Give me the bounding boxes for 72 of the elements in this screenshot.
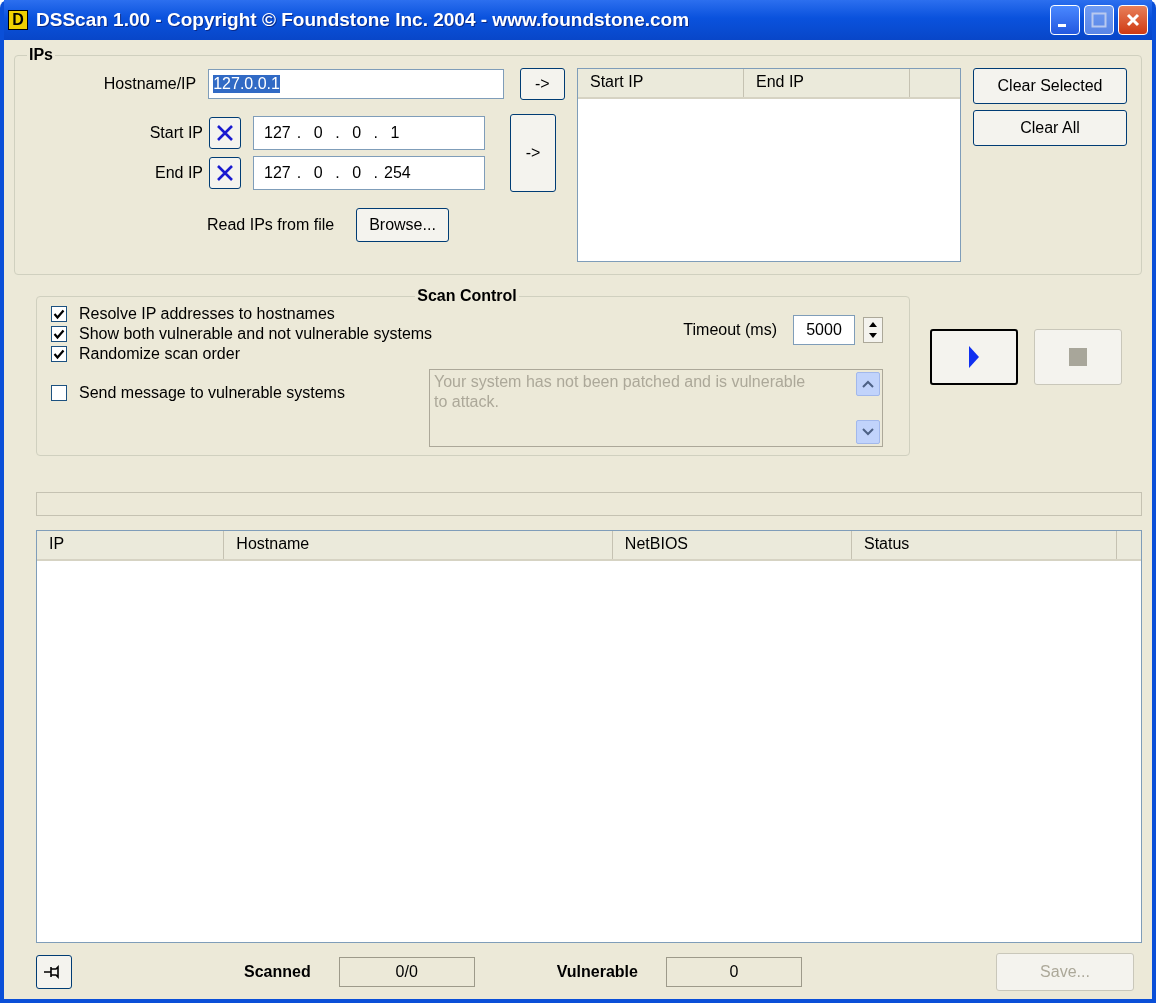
file-label: Read IPs from file xyxy=(207,216,335,234)
timeout-field[interactable]: 5000 xyxy=(793,315,855,345)
column-header[interactable]: NetBIOS xyxy=(612,531,852,559)
browse-button[interactable]: Browse... xyxy=(356,208,449,242)
ip-address-field[interactable]: 127 . 0 . 0 . 1 xyxy=(253,116,485,150)
option-label: Send message to vulnerable systems xyxy=(79,384,345,402)
app-logo-icon: D xyxy=(8,10,28,30)
close-icon xyxy=(1125,12,1141,28)
message-text: Your system has not been patched and is vulnerable to attack. xyxy=(433,372,807,412)
checkbox[interactable] xyxy=(51,346,67,362)
ip-octet: 254 xyxy=(384,164,411,182)
ip-octet: 0 xyxy=(351,164,363,182)
start-ip-label: Start IP xyxy=(148,124,203,142)
ip-address-field[interactable]: 127 . 0 . 0 . 254 xyxy=(253,156,485,190)
hostname-label: Hostname/IP xyxy=(102,75,197,93)
maximize-icon xyxy=(1091,12,1107,28)
ip-octet: 0 xyxy=(351,124,363,142)
field-value: 127.0.0.1 xyxy=(213,75,280,93)
column-header[interactable]: Hostname xyxy=(224,531,613,559)
octet-separator: . xyxy=(335,164,340,182)
ip-octet: 0 xyxy=(312,124,324,142)
stop-icon xyxy=(1069,348,1087,366)
octet-separator: . xyxy=(296,164,302,182)
option-label: Randomize scan order xyxy=(79,345,240,363)
option-label: Show both vulnerable and not vulnerable systems xyxy=(79,325,433,343)
cross-icon xyxy=(215,123,235,143)
clear-selected-button[interactable]: Clear Selected xyxy=(973,68,1127,104)
vulnerable-label: Vulnerable xyxy=(556,963,638,981)
timeout-label: Timeout (ms) xyxy=(683,321,777,339)
ip-octet: 127 xyxy=(264,124,291,142)
down-chevron-icon xyxy=(862,428,874,436)
vulnerable-count: 0 xyxy=(665,957,802,987)
results-list[interactable]: IP Hostname NetBIOS Status xyxy=(36,530,1142,943)
pin-button[interactable] xyxy=(36,955,72,989)
octet-separator: . xyxy=(373,124,379,142)
octet-separator: . xyxy=(296,124,302,142)
checkbox[interactable] xyxy=(51,326,67,342)
cross-icon xyxy=(215,163,235,183)
add-range-button[interactable]: -> xyxy=(510,114,556,192)
column-header[interactable]: Start IP xyxy=(578,69,744,97)
column-header[interactable]: Status xyxy=(852,531,1117,559)
end-ip-label: End IP xyxy=(153,164,203,182)
play-icon xyxy=(968,345,980,369)
range-list[interactable]: Start IP End IP xyxy=(577,68,961,262)
add-host-button[interactable]: -> xyxy=(519,68,565,100)
ip-octet: 127 xyxy=(264,164,291,182)
group-title: Scan Control xyxy=(416,287,518,305)
option-label: Resolve IP addresses to hostnames xyxy=(79,305,335,323)
ip-octet: 1 xyxy=(389,124,401,142)
up-chevron-icon xyxy=(862,380,874,388)
scanned-count: 0/0 xyxy=(338,957,475,987)
spin-buttons[interactable] xyxy=(863,317,883,343)
octet-separator: . xyxy=(335,124,340,142)
clear-ip-button[interactable] xyxy=(209,117,241,149)
column-header[interactable]: IP xyxy=(37,531,225,559)
window-title: DSScan 1.00 - Copyright © Foundstone Inc. 2004 - www.foundstone.com xyxy=(36,9,691,31)
clear-all-button[interactable]: Clear All xyxy=(973,110,1127,146)
hostname-field[interactable]: 127.0.0.1 xyxy=(208,69,504,99)
close-button[interactable] xyxy=(1118,5,1148,35)
clear-ip-button[interactable] xyxy=(209,157,241,189)
start-button[interactable] xyxy=(930,329,1018,385)
group-title: IPs xyxy=(28,46,54,64)
column-header[interactable]: End IP xyxy=(744,69,910,97)
down-arrow-icon xyxy=(868,332,878,340)
minimize-button[interactable] xyxy=(1050,5,1080,35)
up-arrow-icon xyxy=(868,320,878,328)
octet-separator: . xyxy=(373,164,379,182)
minimize-icon xyxy=(1058,23,1066,27)
checkbox[interactable] xyxy=(51,306,67,322)
checkbox[interactable] xyxy=(51,385,67,401)
ip-octet: 0 xyxy=(312,164,324,182)
scanned-label: Scanned xyxy=(244,963,311,981)
